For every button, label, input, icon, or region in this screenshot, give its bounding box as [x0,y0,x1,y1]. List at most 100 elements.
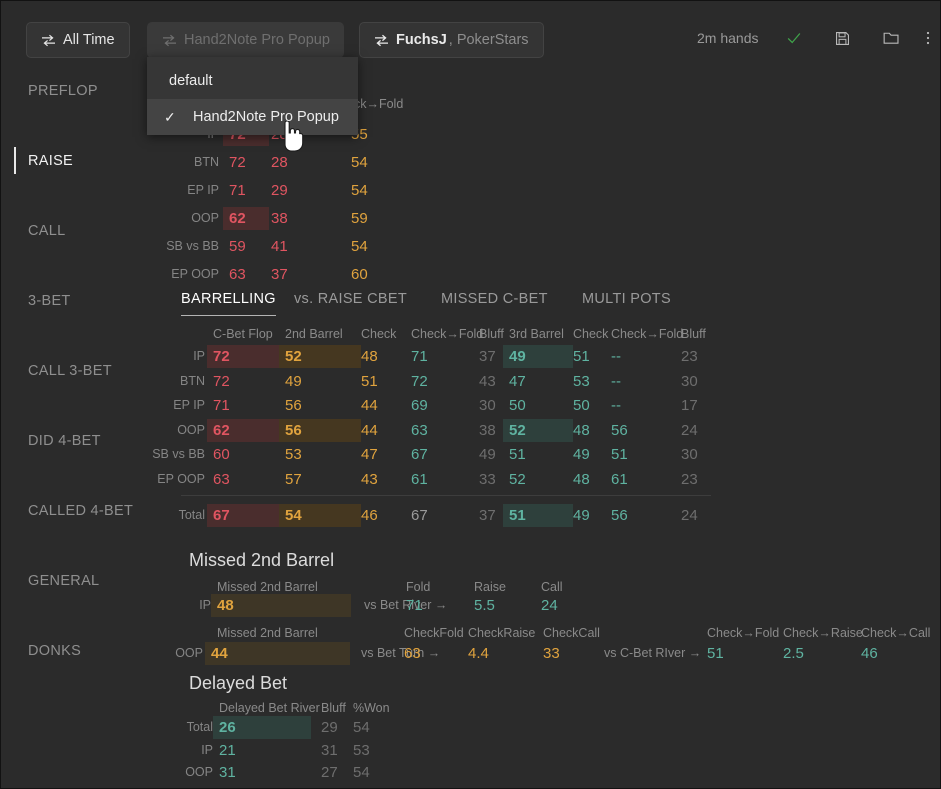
barrelling-cell: 48 [361,345,378,368]
barrelling-column-header: 3rd Barrel [509,325,564,343]
barrelling-cell: 47 [509,370,526,393]
sidebar-item-donks[interactable]: DONKS [1,633,161,668]
application-window: All Time Hand2Note Pro Popup FuchsJ , Po… [0,0,941,789]
sidebar-item-label: 3-BET [28,293,71,309]
sidebar-item-3-bet[interactable]: 3-BET [1,283,161,318]
barrelling-row-label: OOP [101,419,205,442]
dropdown-item-default[interactable]: default [147,63,358,99]
barrelling-cell: 38 [479,419,496,442]
top-table-cell: 60 [351,263,368,286]
barrelling-column-header: Check [573,325,608,343]
barrelling-cell: 49 [573,443,590,466]
barrelling-column-header: Bluff [479,325,504,343]
delayed-bet-cell: 54 [353,716,370,739]
barrelling-row-label: EP IP [101,394,205,417]
tab-barrelling[interactable]: BARRELLING [181,291,276,307]
barrelling-cell: 51 [509,443,526,466]
barrelling-cell: 61 [411,468,428,491]
sidebar-item-label: RAISE [28,153,73,169]
sidebar-item-general[interactable]: GENERAL [1,563,161,598]
top-table-cell: 41 [271,235,288,258]
barrelling-cell: 69 [411,394,428,417]
barrelling-cell: 44 [361,394,378,417]
barrelling-cell: 60 [213,443,230,466]
barrelling-cell: 61 [611,468,628,491]
barrelling-cell: -- [611,345,621,368]
top-table-cell: 38 [271,207,288,230]
barrelling-cell: 49 [503,345,573,368]
top-table-cell: 71 [229,179,246,202]
top-table-row-label: EP IP [111,179,219,202]
barrelling-row-label: SB vs BB [101,443,205,466]
barrelling-cell: 63 [411,419,428,442]
delayed-bet-row-label: IP [151,739,213,762]
barrelling-cell: 56 [285,394,302,417]
tab-missed-c-bet[interactable]: MISSED C-BET [441,291,548,307]
missed-2nd-barrel-oop-col-header: CheckCall [543,624,600,642]
barrelling-total-cell: 46 [361,504,378,527]
dropdown-item-label: default [169,73,213,89]
barrelling-cell: 43 [361,468,378,491]
top-table-cell: 54 [351,235,368,258]
barrelling-cell: 50 [509,394,526,417]
delayed-bet-cell: 21 [219,739,236,762]
barrelling-cell: 57 [285,468,302,491]
top-table-cell: 37 [271,263,288,286]
barrelling-cell: -- [611,370,621,393]
top-table-cell: 63 [229,263,246,286]
barrelling-cell: 48 [573,468,590,491]
barrelling-total-label: Total [101,504,205,527]
barrelling-total-cell: 67 [207,504,285,527]
barrelling-cell: 56 [279,419,361,442]
popup-dropdown-menu: default ✓Hand2Note Pro Popup [147,57,358,135]
missed-2nd-barrel-oop-col2-header: Check→Raise [783,624,863,642]
barrelling-cell: 30 [479,394,496,417]
barrelling-total-cell: 37 [479,504,496,527]
barrelling-cell: 30 [681,370,698,393]
barrelling-total-cell: 49 [573,504,590,527]
barrelling-cell: 53 [285,443,302,466]
sidebar-item-label: DID 4-BET [28,433,101,449]
barrelling-column-header: Bluff [681,325,706,343]
barrelling-cell: 17 [681,394,698,417]
top-table-cell: 62 [223,207,269,230]
tab-vs-raise-cbet[interactable]: vs. RAISE CBET [294,291,407,307]
top-table-row-label: OOP [111,207,219,230]
barrelling-cell: 51 [611,443,628,466]
barrelling-cell: 52 [509,468,526,491]
dropdown-item-hand2note-pro-popup[interactable]: ✓Hand2Note Pro Popup [147,99,358,135]
sidebar-item-label: CALL 3-BET [28,363,112,379]
barrelling-cell: 48 [573,419,590,442]
barrelling-cell: 67 [411,443,428,466]
barrelling-cell: 23 [681,468,698,491]
missed-2nd-barrel-oop-arrow-label: vs Bet Turn → [361,642,440,665]
barrelling-row-label: EP OOP [101,468,205,491]
barrelling-total-cell: 24 [681,504,698,527]
barrelling-cell: 72 [207,345,285,368]
barrelling-cell: 62 [207,419,285,442]
delayed-bet-cell: 26 [213,716,311,739]
all-time-filter-button[interactable]: All Time [26,22,130,58]
top-table-cell: 54 [351,179,368,202]
sidebar-item-label: PREFLOP [28,83,98,99]
barrelling-total-cell: 67 [411,504,428,527]
tab-multi-pots[interactable]: MULTI POTS [582,291,671,307]
missed-2nd-barrel-oop-cell2: 46 [861,642,878,665]
missed-2nd-barrel-oop-col2-header: Check→Call [861,624,930,642]
missed-2nd-barrel-ip-cell: 5.5 [474,594,495,617]
missed-2nd-barrel-oop-value: 44 [205,642,350,665]
delayed-bet-column-header: %Won [353,699,390,717]
barrelling-cell: 24 [681,419,698,442]
sidebar-item-preflop[interactable]: PREFLOP [1,73,161,108]
top-table-row-label: EP OOP [111,263,219,286]
barrelling-cell: 52 [503,419,573,442]
missed-2nd-barrel-oop-cell2: 2.5 [783,642,804,665]
delayed-bet-row-label: OOP [151,761,213,784]
missed-2nd-barrel-stat-header: Missed 2nd Barrel [217,624,318,642]
barrelling-cell: 37 [479,345,496,368]
top-table-cell: 59 [351,207,368,230]
barrelling-cell: 43 [479,370,496,393]
barrelling-column-header: Check [361,325,396,343]
barrelling-column-header: C-Bet Flop [213,325,273,343]
barrelling-row-label: BTN [101,370,205,393]
